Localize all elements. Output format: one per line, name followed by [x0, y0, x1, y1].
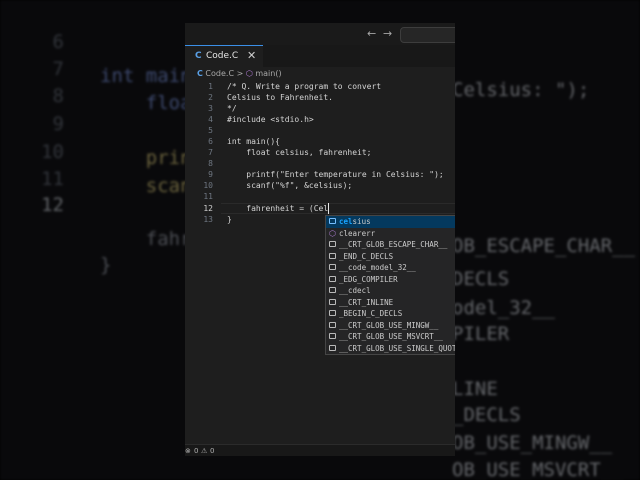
suggestion-item[interactable]: _END_C_DECLS [326, 251, 455, 263]
back-arrow-icon[interactable]: ← [367, 27, 376, 40]
c-language-icon: C [197, 69, 203, 78]
code-line[interactable]: 4 #include <stdio.h> [185, 114, 455, 125]
text-icon [329, 333, 336, 339]
breadcrumb-file[interactable]: Code.C [205, 69, 234, 78]
text-icon [329, 321, 336, 328]
suggestion-item[interactable]: __CRT_GLOB_USE_MSVCRT__ [326, 331, 455, 343]
line-number: 5 [208, 126, 213, 135]
line-text: printf("Enter temperature in Celsius: ")… [227, 170, 444, 179]
suggestion-label: _EDG_COMPILER [339, 274, 398, 284]
suggestion-item[interactable]: _BEGIN_C_DECLS [326, 308, 455, 320]
line-number: 12 [203, 204, 213, 213]
text-icon [329, 275, 336, 282]
suggestion-item[interactable]: celsius [326, 216, 455, 228]
suggestion-item[interactable]: __CRT_GLOB_ESCAPE_CHAR__ [326, 239, 455, 251]
function-cube-icon: ⬡ [245, 69, 253, 78]
code-line[interactable]: 11 [185, 191, 455, 202]
suggestion-item[interactable]: __CRT_INLINE [326, 297, 455, 309]
line-number: 4 [208, 115, 213, 124]
text-icon [329, 241, 336, 247]
suggestion-item[interactable]: __CRT_GLOB_USE_SINGLE_QUOTE__ [326, 343, 455, 355]
text-icon [329, 287, 336, 293]
suggestion-label: _END_C_DECLS [339, 251, 394, 261]
suggestion-label: celsius [339, 217, 371, 226]
title-bar: ← → [185, 23, 455, 45]
variable-icon [329, 218, 336, 224]
c-language-icon: C [195, 51, 202, 61]
breadcrumb: C Code.C > ⬡ main() [197, 69, 282, 78]
text-icon [329, 298, 336, 305]
close-icon[interactable]: ✕ [247, 49, 256, 62]
line-number: 6 [208, 137, 213, 146]
code-line[interactable]: 6 int main(){ [185, 136, 455, 147]
suggestion-label: __code_model_32__ [339, 263, 416, 272]
code-line[interactable]: 2 Celsius to Fahrenheit. [185, 92, 455, 103]
function-cube-icon: ⬡ [329, 228, 336, 238]
tab-bar: C Code.C ✕ [185, 45, 455, 67]
line-number: 9 [208, 170, 213, 179]
text-icon [329, 310, 336, 316]
line-text: float celsius, fahrenheit; [227, 148, 372, 157]
warning-icon[interactable]: ⚠ [201, 445, 207, 456]
command-center-search[interactable] [400, 27, 455, 43]
error-icon[interactable]: ⊗ [185, 445, 191, 456]
code-line[interactable]: 8 [185, 158, 455, 169]
tab-label: Code.C [206, 51, 239, 61]
suggestion-label: __cdecl [339, 286, 371, 295]
text-icon [329, 264, 336, 270]
suggestion-label: __CRT_GLOB_USE_MSVCRT__ [339, 332, 443, 341]
line-number: 8 [208, 159, 213, 168]
code-line[interactable]: 7 float celsius, fahrenheit; [185, 147, 455, 158]
line-text: Celsius to Fahrenheit. [227, 93, 333, 102]
warning-count: 0 [210, 447, 215, 455]
autocomplete-suggestions[interactable]: celsius ⬡ clearerr __CRT_GLOB_ESCAPE_CHAR… [325, 215, 455, 355]
line-text: fahrenheit = (Cel [227, 204, 329, 213]
line-text: /* Q. Write a program to convert [227, 82, 382, 91]
line-number: 1 [208, 82, 213, 91]
chevron-right-icon: > [236, 69, 244, 78]
line-text: */ [227, 104, 237, 113]
suggestion-item[interactable]: ⬡ clearerr [326, 228, 455, 240]
line-number: 11 [203, 192, 213, 201]
line-text: #include <stdio.h> [227, 115, 314, 124]
code-line[interactable]: 1 /* Q. Write a program to convert [185, 81, 455, 92]
suggestion-label: __CRT_GLOB_USE_SINGLE_QUOTE__ [339, 343, 455, 353]
suggestion-item[interactable]: __cdecl [326, 285, 455, 297]
line-number: 7 [208, 148, 213, 157]
text-icon [329, 344, 336, 351]
forward-arrow-icon[interactable]: → [383, 27, 392, 40]
line-text: int main(){ [227, 137, 280, 146]
suggestion-label: _BEGIN_C_DECLS [339, 309, 403, 318]
suggestion-label: __CRT_GLOB_ESCAPE_CHAR__ [339, 240, 448, 249]
code-line-current[interactable]: 12 fahrenheit = (Cel [185, 203, 455, 214]
suggestion-item[interactable]: __CRT_GLOB_USE_MINGW__ [326, 320, 455, 332]
line-number: 3 [208, 104, 213, 113]
suggestion-item[interactable]: _EDG_COMPILER [326, 274, 455, 286]
line-number: 2 [208, 93, 213, 102]
error-count: 0 [194, 447, 199, 455]
code-editor-window: ← → C Code.C ✕ C Code.C > ⬡ main() 1 /* Q… [185, 23, 455, 456]
code-line[interactable]: 9 printf("Enter temperature in Celsius: … [185, 169, 455, 180]
suggestion-label: clearerr [339, 228, 376, 238]
text-icon [329, 252, 336, 259]
code-line[interactable]: 5 [185, 125, 455, 136]
status-bar: ⊗ 0 ⚠ 0 [185, 444, 455, 456]
code-line[interactable]: 3 */ [185, 103, 455, 114]
suggestion-label: __CRT_GLOB_USE_MINGW__ [339, 320, 439, 330]
code-line[interactable]: 10 scanf("%f", &celsius); [185, 180, 455, 191]
line-number: 10 [203, 181, 213, 190]
line-number: 13 [203, 215, 213, 224]
line-text: } [227, 215, 232, 224]
suggestion-label: __CRT_INLINE [339, 297, 394, 307]
breadcrumb-symbol[interactable]: main() [255, 69, 281, 78]
line-text: scanf("%f", &celsius); [227, 181, 353, 190]
text-cursor [328, 203, 329, 214]
suggestion-item[interactable]: __code_model_32__ [326, 262, 455, 274]
tab-code-c[interactable]: C Code.C ✕ [185, 45, 263, 67]
